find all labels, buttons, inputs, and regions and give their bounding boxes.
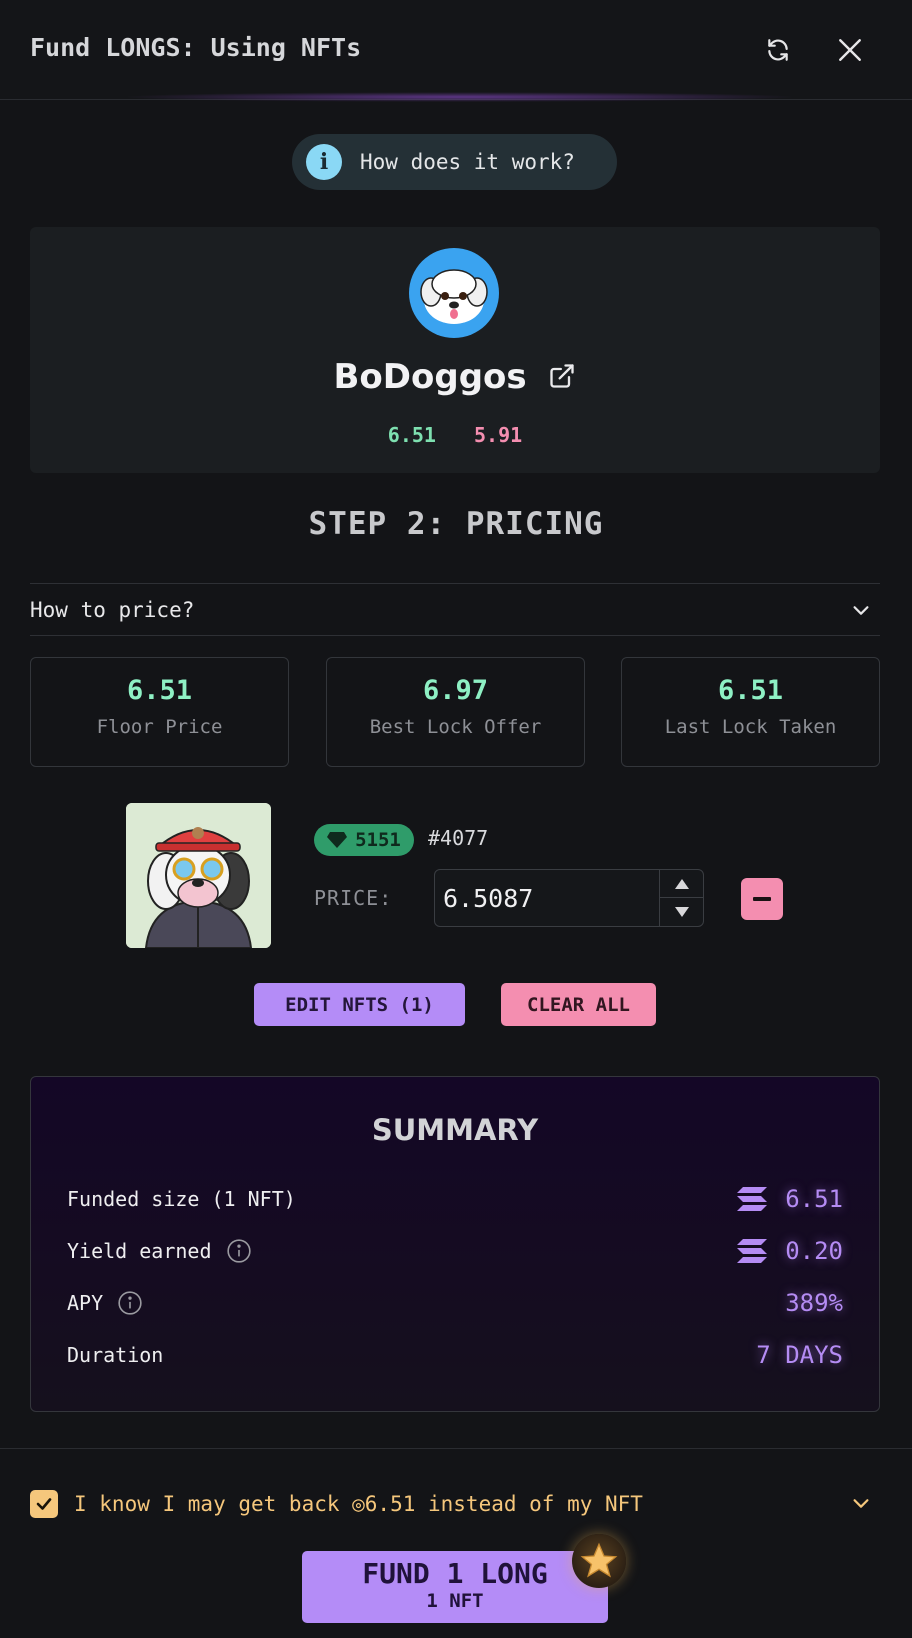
triangle-down-icon: [674, 907, 689, 917]
price-input-group: [434, 869, 704, 927]
collection-name-row: BoDoggos: [30, 357, 880, 399]
edit-nfts-button[interactable]: EDIT NFTS (1): [254, 983, 465, 1026]
how-to-price-label: How to price?: [30, 597, 195, 622]
acknowledgement-row[interactable]: I know I may get back ◎6.51 instead of m…: [30, 1488, 880, 1520]
summary-row-funded-size: Funded size (1 NFT) 6.51: [67, 1179, 843, 1219]
fund-button-sub-label: 1 NFT: [426, 1590, 484, 1612]
chevron-down-icon: [853, 605, 869, 615]
triangle-up-icon: [674, 878, 689, 889]
price-increment-button[interactable]: [660, 870, 703, 898]
stat-value: 6.51: [717, 675, 784, 706]
close-icon: [839, 39, 861, 61]
refresh-icon: [768, 39, 788, 61]
stat-value: 6.51: [126, 675, 193, 706]
summary-value: 7 DAYS: [756, 1341, 843, 1369]
collection-avatar: [409, 248, 499, 338]
fund-long-button[interactable]: FUND 1 LONG 1 NFT: [302, 1551, 608, 1623]
external-link-icon[interactable]: [548, 359, 576, 399]
summary-row-yield-earned: Yield earned 0.20: [67, 1231, 843, 1271]
summary-value: 6.51: [785, 1185, 843, 1213]
solana-icon: [737, 1187, 768, 1211]
how-to-price-accordion[interactable]: How to price?: [30, 583, 880, 636]
nft-image: [126, 803, 271, 948]
collection-price-pink: 5.91: [474, 423, 523, 447]
summary-label: Funded size (1 NFT): [67, 1187, 296, 1211]
clear-all-button[interactable]: CLEAR ALL: [501, 983, 656, 1026]
summary-panel: SUMMARY Funded size (1 NFT) 6.51 Yield e…: [30, 1076, 880, 1412]
summary-value-wrap: 6.51: [737, 1185, 843, 1213]
price-decrement-button[interactable]: [660, 898, 703, 926]
fund-button-main-label: FUND 1 LONG: [362, 1557, 548, 1590]
summary-label-wrap: APY: [67, 1290, 143, 1316]
star-badge: [572, 1534, 626, 1588]
close-button[interactable]: [830, 30, 870, 70]
price-label: PRICE:: [314, 886, 393, 910]
collection-name: BoDoggos: [333, 357, 527, 397]
summary-title: SUMMARY: [371, 1113, 539, 1147]
refresh-button[interactable]: [758, 30, 798, 70]
nft-token-id: #4077: [428, 826, 489, 850]
stat-best-lock-offer: 6.97 Best Lock Offer: [326, 657, 585, 767]
minus-icon: [753, 897, 771, 901]
collection-card: BoDoggos 6.51 5.91: [30, 227, 880, 473]
star-icon: [580, 1542, 618, 1578]
summary-label: Yield earned: [67, 1239, 212, 1263]
stat-label: Floor Price: [96, 716, 223, 738]
info-circle-icon[interactable]: [226, 1238, 252, 1264]
diamond-icon: [327, 832, 348, 848]
acknowledgement-text: I know I may get back ◎6.51 instead of m…: [74, 1492, 643, 1516]
divider: [0, 1448, 912, 1449]
collection-prices: 6.51 5.91: [30, 423, 880, 447]
remove-nft-button[interactable]: [741, 878, 783, 920]
summary-label: Duration: [67, 1343, 164, 1367]
summary-value-wrap: 0.20: [737, 1237, 843, 1265]
summary-value: 0.20: [785, 1237, 843, 1265]
price-stepper: [659, 870, 703, 926]
step-title: STEP 2: PRICING: [308, 506, 604, 542]
summary-value: 389%: [785, 1289, 843, 1317]
stat-floor-price: 6.51 Floor Price: [30, 657, 289, 767]
how-it-works-label: How does it work?: [360, 150, 575, 174]
decorative-glow: [120, 92, 800, 102]
acknowledgement-checkbox[interactable]: [30, 1490, 58, 1518]
summary-label-wrap: Yield earned: [67, 1238, 252, 1264]
solana-icon: [737, 1239, 768, 1263]
modal-title: Fund LONGS: Using NFTs: [30, 33, 362, 62]
rarity-rank: 5151: [355, 829, 401, 851]
info-circle-icon[interactable]: [117, 1290, 143, 1316]
price-input[interactable]: [435, 870, 659, 926]
info-icon: i: [306, 144, 342, 180]
stat-last-lock-taken: 6.51 Last Lock Taken: [621, 657, 880, 767]
rarity-rank-badge: 5151: [314, 824, 414, 856]
summary-row-duration: Duration 7 DAYS: [67, 1335, 843, 1375]
modal-header: Fund LONGS: Using NFTs: [0, 0, 912, 100]
chevron-down-icon[interactable]: [850, 1492, 872, 1514]
how-it-works-button[interactable]: i How does it work?: [292, 134, 617, 190]
stat-label: Last Lock Taken: [664, 716, 837, 738]
collection-price-green: 6.51: [387, 423, 436, 447]
summary-row-apy: APY 389%: [67, 1283, 843, 1323]
summary-label: APY: [67, 1291, 104, 1315]
stat-value: 6.97: [422, 675, 489, 706]
stat-label: Best Lock Offer: [369, 716, 542, 738]
checkmark-icon: [36, 1498, 52, 1510]
